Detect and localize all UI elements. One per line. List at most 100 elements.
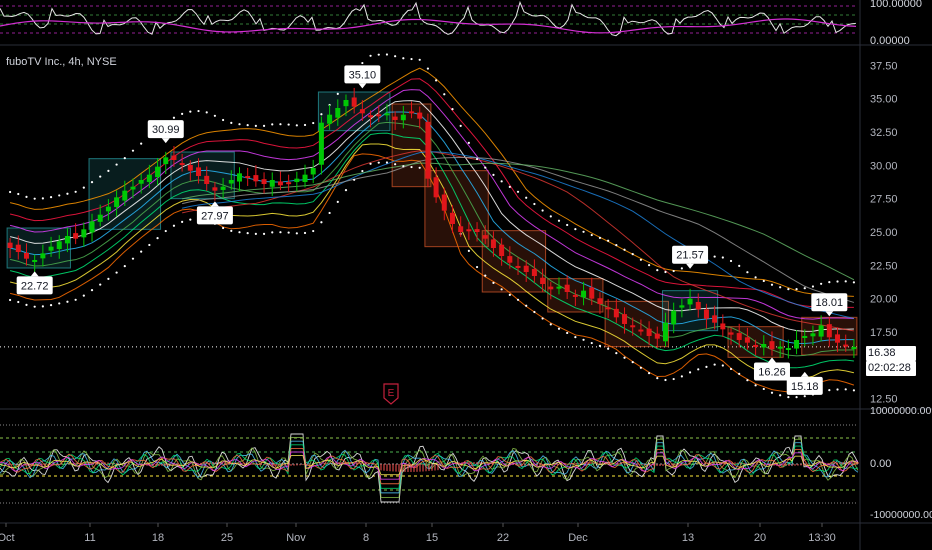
candle-body	[269, 180, 275, 187]
upper-envelope-dot	[754, 276, 757, 279]
lower-envelope-dot	[377, 161, 380, 164]
lower-envelope-dot	[598, 344, 602, 348]
lower-envelope-dot	[336, 200, 339, 204]
candle-body	[155, 166, 161, 178]
lower-envelope-dot	[631, 360, 634, 364]
lower-envelope-dot	[410, 165, 413, 169]
price-tick-label: 30.00	[870, 160, 898, 172]
lower-envelope-dot	[320, 221, 323, 224]
lower-envelope-dot	[287, 231, 290, 234]
candle-body	[605, 307, 611, 310]
lower-envelope-dot	[844, 388, 847, 391]
candle-body	[835, 334, 841, 343]
candle-body	[253, 175, 259, 182]
callout-label: 27.97	[201, 210, 229, 222]
upper-envelope-dot	[254, 124, 257, 128]
lower-envelope-dot	[500, 288, 503, 291]
upper-envelope-dot	[172, 116, 176, 119]
upper-envelope-dot	[33, 197, 36, 200]
lower-envelope-dot	[107, 277, 110, 280]
candle-body	[515, 265, 521, 268]
upper-envelope-dot	[25, 195, 28, 198]
upper-envelope-dot	[99, 175, 102, 178]
candle-body	[7, 242, 13, 248]
lower-envelope-dot	[74, 298, 77, 301]
candle-body	[490, 239, 496, 248]
lower-envelope-dot	[787, 396, 790, 399]
lower-envelope-dot	[238, 231, 241, 234]
upper-envelope-dot	[664, 270, 667, 274]
candle-body	[204, 175, 210, 184]
candle-body	[540, 277, 546, 284]
axes: 37.50 35.00 32.50 30.00 27.50 25.00 22.50 20.00…	[0, 60, 898, 544]
lower-envelope-dot	[590, 341, 593, 345]
candle-body	[810, 333, 816, 337]
upper-envelope-dot	[246, 124, 249, 127]
candle-body	[417, 112, 423, 119]
upper-envelope-dot	[287, 123, 290, 126]
candle-body	[376, 114, 382, 117]
upper-envelope-dot	[566, 223, 569, 227]
lower-envelope-dot	[582, 338, 585, 341]
candle-body	[589, 287, 595, 299]
upper-envelope-dot	[639, 258, 643, 261]
candle-body	[302, 174, 308, 182]
candle-body	[105, 206, 111, 212]
earnings-marker-icon[interactable]: E	[383, 383, 399, 405]
candle-body	[384, 113, 390, 116]
candle-body	[15, 244, 21, 252]
upper-envelope-dot	[549, 215, 552, 218]
lower-envelope-dot	[41, 305, 44, 308]
lower-envelope-dot	[721, 364, 724, 367]
candle-body	[523, 265, 529, 272]
candle-body	[458, 226, 464, 232]
osc-tick-mid: 0.00	[870, 458, 892, 470]
lower-envelope-dot	[156, 236, 159, 240]
upper-envelope-dot	[787, 288, 790, 291]
upper-envelope-dot	[336, 92, 339, 96]
upper-envelope-dot	[377, 53, 380, 56]
candle-body	[359, 109, 365, 114]
lower-envelope-dot	[189, 218, 192, 221]
lower-envelope-dot	[17, 300, 20, 304]
upper-envelope-dot	[434, 79, 438, 82]
candle-body	[794, 340, 800, 349]
upper-envelope-dot	[803, 287, 806, 290]
upper-envelope-dot	[123, 156, 126, 160]
lower-envelope-dot	[25, 303, 28, 306]
candle-body	[351, 97, 357, 107]
lower-envelope-dot	[484, 274, 487, 277]
lower-envelope-dot	[262, 232, 266, 236]
candle-body	[97, 214, 103, 222]
lower-envelope-dot	[402, 165, 405, 168]
candle-body	[466, 229, 472, 232]
candle-body	[277, 181, 283, 186]
upper-envelope-dot	[418, 58, 421, 61]
lower-envelope-dot	[328, 211, 331, 215]
candle-body	[236, 173, 242, 182]
candle-body	[261, 179, 267, 184]
lower-envelope-dot	[271, 231, 274, 234]
upper-envelope-dot	[533, 202, 536, 206]
osc-tick-top: 10000000.00	[870, 405, 932, 417]
upper-envelope-dot	[82, 186, 85, 189]
chart-canvas[interactable]: 22.72 30.99 27.97 35.10 16.26 21.57 15.18 18.01…	[0, 0, 932, 550]
lower-envelope-dot	[254, 232, 257, 236]
upper-envelope-dot	[607, 239, 610, 242]
candle-body	[695, 301, 701, 310]
upper-envelope-dot	[541, 209, 544, 212]
lower-envelope-dot	[607, 347, 610, 350]
callout-pointer	[800, 371, 809, 377]
lower-envelope-dot	[647, 372, 651, 375]
upper-envelope-dot	[262, 124, 266, 128]
upper-envelope-dot	[90, 180, 94, 184]
candle-body	[785, 348, 791, 350]
upper-envelope-dot	[115, 163, 118, 166]
lower-envelope-dot	[566, 331, 569, 335]
lower-envelope-dot	[58, 302, 61, 305]
lower-envelope-dot	[762, 387, 765, 391]
candle-body	[171, 155, 177, 160]
upper-envelope-dot	[762, 279, 765, 283]
lower-envelope-dot	[344, 188, 348, 192]
lower-envelope-dot	[541, 317, 544, 320]
